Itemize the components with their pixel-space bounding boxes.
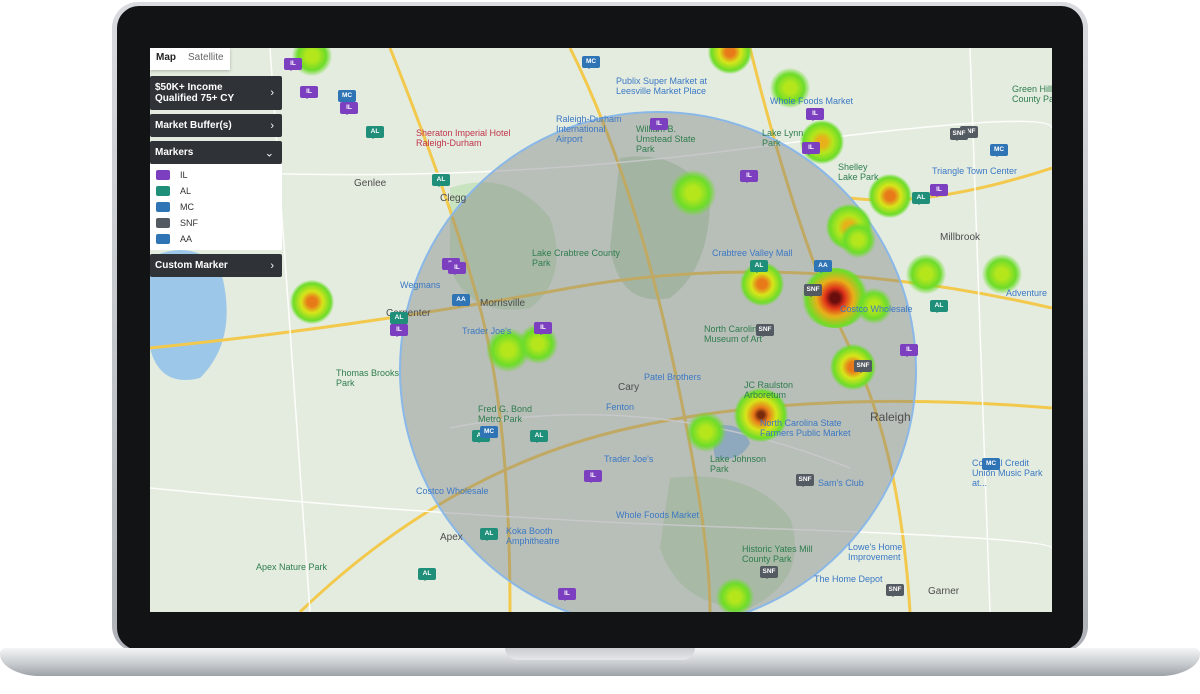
facility-marker-al[interactable]: AL (480, 528, 498, 541)
laptop-notch (505, 648, 695, 660)
facility-marker-snf[interactable]: SNF (804, 284, 822, 297)
facility-marker-il[interactable]: IL (558, 588, 576, 601)
facility-marker-snf[interactable]: SNF (760, 566, 778, 579)
facility-marker-mc[interactable]: MC (990, 144, 1008, 157)
map-screen[interactable]: Genlee Clegg Morrisville Carpenter Cary … (150, 48, 1052, 612)
legend-label: SNF (180, 218, 198, 228)
facility-marker-al[interactable]: AL (366, 126, 384, 139)
markers-legend: IL AL MC SNF AA (150, 164, 282, 250)
facility-marker-snf[interactable]: SNF (854, 360, 872, 373)
market-buffer-circle (399, 111, 917, 612)
facility-marker-il[interactable]: IL (900, 344, 918, 357)
legend-label: MC (180, 202, 194, 212)
facility-marker-snf[interactable]: SNF (796, 474, 814, 487)
chevron-right-icon: › (270, 259, 274, 272)
legend-label: AA (180, 234, 193, 244)
legend-label: IL (180, 170, 188, 180)
facility-marker-mc[interactable]: MC (338, 90, 356, 103)
facility-marker-snf[interactable]: SNF (886, 584, 904, 597)
facility-marker-il[interactable]: IL (300, 86, 318, 99)
custom-marker-toggle[interactable]: Custom Marker › (150, 254, 282, 277)
facility-marker-il[interactable]: IL (584, 470, 602, 483)
markers-toggle[interactable]: Markers ⌄ (150, 141, 282, 164)
facility-marker-al[interactable]: AL (912, 192, 930, 205)
facility-marker-il[interactable]: IL (806, 108, 824, 121)
facility-marker-il[interactable]: IL (650, 118, 668, 131)
facility-marker-al[interactable]: AL (390, 312, 408, 325)
facility-marker-mc[interactable]: MC (582, 56, 600, 69)
layer-panel: $50K+ Income Qualified 75+ CY › Market B… (150, 76, 282, 281)
facility-marker-snf[interactable]: SNF (950, 128, 968, 141)
legend-item-il[interactable]: IL (156, 167, 276, 183)
facility-marker-al[interactable]: AL (750, 260, 768, 273)
marker-snf-icon (156, 218, 170, 228)
market-buffer-toggle[interactable]: Market Buffer(s) › (150, 114, 282, 137)
income-layer-toggle[interactable]: $50K+ Income Qualified 75+ CY › (150, 76, 282, 110)
tab-map[interactable]: Map (150, 48, 182, 70)
facility-marker-al[interactable]: AL (418, 568, 436, 581)
market-buffer-label: Market Buffer(s) (155, 120, 232, 131)
map-canvas[interactable] (150, 48, 1052, 612)
chevron-down-icon: ⌄ (264, 147, 274, 159)
legend-label: AL (180, 186, 192, 196)
legend-item-aa[interactable]: AA (156, 231, 276, 247)
facility-marker-il[interactable]: IL (802, 142, 820, 155)
facility-marker-il[interactable]: IL (534, 322, 552, 335)
facility-marker-al[interactable]: AL (930, 300, 948, 313)
marker-al-icon (156, 186, 170, 196)
facility-marker-mc[interactable]: MC (982, 458, 1000, 471)
facility-marker-al[interactable]: AL (432, 174, 450, 187)
tab-satellite[interactable]: Satellite (182, 48, 230, 70)
facility-marker-il[interactable]: IL (284, 58, 302, 71)
facility-marker-snf[interactable]: SNF (756, 324, 774, 337)
facility-marker-il[interactable]: IL (448, 262, 466, 275)
facility-marker-aa[interactable]: AA (814, 260, 832, 273)
laptop-base (0, 648, 1200, 694)
facility-marker-il[interactable]: IL (390, 324, 408, 337)
marker-il-icon (156, 170, 170, 180)
facility-marker-mc[interactable]: MC (480, 426, 498, 439)
income-layer-label: $50K+ Income Qualified 75+ CY (155, 82, 235, 104)
markers-label: Markers (155, 147, 194, 158)
facility-marker-aa[interactable]: AA (452, 294, 470, 307)
facility-marker-il[interactable]: IL (930, 184, 948, 197)
marker-mc-icon (156, 202, 170, 212)
legend-item-al[interactable]: AL (156, 183, 276, 199)
legend-item-snf[interactable]: SNF (156, 215, 276, 231)
chevron-right-icon: › (270, 87, 274, 99)
legend-item-mc[interactable]: MC (156, 199, 276, 215)
facility-marker-al[interactable]: AL (530, 430, 548, 443)
chevron-right-icon: › (270, 119, 274, 132)
facility-marker-il[interactable]: IL (740, 170, 758, 183)
marker-aa-icon (156, 234, 170, 244)
map-type-toggle: Map Satellite (150, 48, 230, 70)
custom-marker-label: Custom Marker (155, 260, 228, 271)
